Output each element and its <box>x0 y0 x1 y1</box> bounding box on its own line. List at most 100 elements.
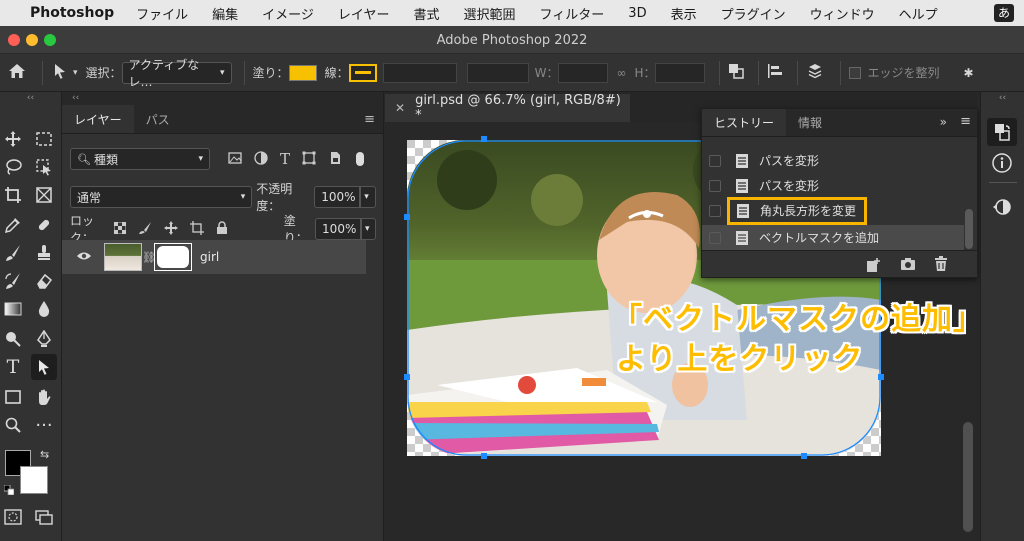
collapse-panel-icon[interactable]: ‹‹ <box>0 92 61 104</box>
zoom-tool-icon[interactable] <box>0 412 26 438</box>
history-item[interactable]: パスを変形 <box>702 148 964 173</box>
history-item[interactable]: パスを変形 <box>702 173 964 198</box>
filter-pixel-icon[interactable] <box>228 151 242 167</box>
path-anchor-handle[interactable] <box>801 453 807 459</box>
link-icon[interactable]: ∞ <box>616 66 626 80</box>
lock-all-icon[interactable] <box>216 220 228 238</box>
history-snapshot-checkbox[interactable] <box>709 204 721 217</box>
stroke-width-field[interactable] <box>382 62 457 83</box>
filter-smart-object-icon[interactable] <box>328 151 342 168</box>
menu-window[interactable]: ウィンドウ <box>810 4 875 23</box>
filter-toggle-switch[interactable] <box>356 152 365 166</box>
path-anchor-handle[interactable] <box>481 453 487 459</box>
healing-brush-tool-icon[interactable] <box>31 212 57 238</box>
visibility-eye-icon[interactable] <box>76 250 92 264</box>
info-panel-icon[interactable] <box>991 152 1013 174</box>
dodge-tool-icon[interactable] <box>0 326 26 352</box>
align-edges-checkbox[interactable] <box>849 66 862 79</box>
filter-shape-icon[interactable] <box>302 151 316 168</box>
layer-row-girl[interactable]: ⛓︎ girl <box>62 240 366 274</box>
more-tools-icon[interactable]: ··· <box>31 412 57 438</box>
collapse-panel-icon[interactable]: ‹‹ <box>981 92 1024 104</box>
background-color-swatch[interactable] <box>20 466 48 494</box>
menu-help[interactable]: ヘルプ <box>899 4 938 23</box>
history-snapshot-checkbox[interactable] <box>709 231 721 244</box>
canvas-vertical-scrollbar[interactable] <box>963 422 973 532</box>
menu-plugins[interactable]: プラグイン <box>721 4 786 23</box>
gradient-tool-icon[interactable] <box>0 296 26 322</box>
tab-layers[interactable]: レイヤー <box>62 105 134 133</box>
history-panel-icon[interactable] <box>987 118 1017 146</box>
menu-edit[interactable]: 編集 <box>212 4 238 23</box>
menu-filter[interactable]: フィルター <box>540 4 605 23</box>
path-arrangement-icon[interactable] <box>806 63 830 82</box>
lock-transparent-pixels-icon[interactable] <box>113 221 127 237</box>
opacity-field[interactable]: 100% <box>314 186 361 208</box>
vector-mask-thumbnail[interactable] <box>154 243 192 271</box>
chevron-down-icon[interactable]: ▾ <box>73 68 78 78</box>
path-anchor-handle[interactable] <box>404 214 410 220</box>
layer-filter-dropdown[interactable]: 🔍︎ 種類 ▾ <box>70 148 210 170</box>
stroke-color-swatch[interactable] <box>348 63 377 82</box>
lock-image-pixels-icon[interactable] <box>138 221 152 238</box>
screen-mode-icon[interactable] <box>31 504 57 530</box>
stroke-type-dropdown[interactable] <box>466 62 529 83</box>
tab-info[interactable]: 情報 <box>786 109 834 136</box>
filter-adjustment-icon[interactable] <box>254 150 268 168</box>
blur-tool-icon[interactable] <box>31 296 57 322</box>
brush-tool-icon[interactable] <box>0 240 26 266</box>
panel-menu-icon[interactable]: ≡ <box>960 114 971 129</box>
marquee-tool-icon[interactable] <box>31 126 57 152</box>
frame-tool-icon[interactable] <box>31 182 57 208</box>
crop-tool-icon[interactable] <box>0 182 26 208</box>
settings-gear-icon[interactable]: ✱ <box>964 66 974 80</box>
default-colors-icon[interactable] <box>3 484 15 496</box>
rectangle-tool-icon[interactable] <box>0 384 26 410</box>
type-tool-icon[interactable]: T <box>0 354 26 380</box>
path-alignment-icon[interactable] <box>767 63 787 82</box>
collapse-panel-icon[interactable]: ‹‹ <box>62 92 383 104</box>
chain-link-icon[interactable]: ⛓︎ <box>142 251 156 264</box>
stamp-tool-icon[interactable] <box>31 240 57 266</box>
layer-thumbnail[interactable] <box>104 243 142 271</box>
fill-field[interactable]: 100% <box>315 218 362 240</box>
panel-menu-icon[interactable]: ≡ <box>364 112 375 127</box>
menu-3d[interactable]: 3D <box>628 6 646 21</box>
menu-layer[interactable]: レイヤー <box>338 4 390 23</box>
pen-tool-icon[interactable] <box>31 326 57 352</box>
opacity-dropdown-button[interactable]: ▾ <box>360 186 376 208</box>
menu-view[interactable]: 表示 <box>671 4 697 23</box>
height-field[interactable] <box>655 62 706 83</box>
menu-type[interactable]: 書式 <box>414 4 440 23</box>
path-anchor-handle[interactable] <box>404 374 410 380</box>
eraser-tool-icon[interactable] <box>31 268 57 294</box>
tab-history[interactable]: ヒストリー <box>702 109 787 136</box>
history-scrollbar[interactable] <box>965 209 973 249</box>
history-item-current[interactable]: ベクトルマスクを追加 <box>702 225 964 250</box>
blend-mode-dropdown[interactable]: 通常 ▾ <box>70 186 253 208</box>
menu-select[interactable]: 選択範囲 <box>464 4 516 23</box>
fill-color-swatch[interactable] <box>288 64 317 81</box>
path-operations-icon[interactable] <box>728 63 748 82</box>
menu-app-name[interactable]: Photoshop <box>30 5 114 21</box>
fill-dropdown-button[interactable]: ▾ <box>361 218 376 240</box>
hand-tool-icon[interactable] <box>31 384 57 410</box>
move-tool-icon[interactable] <box>0 126 26 152</box>
expand-panel-icon[interactable]: » <box>940 115 947 129</box>
width-field[interactable] <box>558 62 609 83</box>
object-selection-tool-icon[interactable] <box>31 154 57 180</box>
quick-mask-icon[interactable] <box>0 504 26 530</box>
lock-position-icon[interactable] <box>163 220 178 238</box>
direct-selection-tool-icon[interactable] <box>31 354 57 380</box>
menu-file[interactable]: ファイル <box>136 4 188 23</box>
document-tab[interactable]: ✕ girl.psd @ 66.7% (girl, RGB/8#) * <box>385 93 630 123</box>
create-snapshot-camera-icon[interactable] <box>900 257 916 274</box>
lock-artboard-icon[interactable] <box>189 220 204 238</box>
swap-colors-icon[interactable]: ⇆ <box>40 448 49 461</box>
lasso-tool-icon[interactable] <box>0 154 26 180</box>
path-anchor-handle[interactable] <box>481 136 487 142</box>
menu-image[interactable]: イメージ <box>262 4 314 23</box>
new-document-from-state-icon[interactable] <box>866 257 882 276</box>
properties-panel-icon[interactable] <box>991 196 1013 218</box>
history-snapshot-checkbox[interactable] <box>709 154 721 167</box>
